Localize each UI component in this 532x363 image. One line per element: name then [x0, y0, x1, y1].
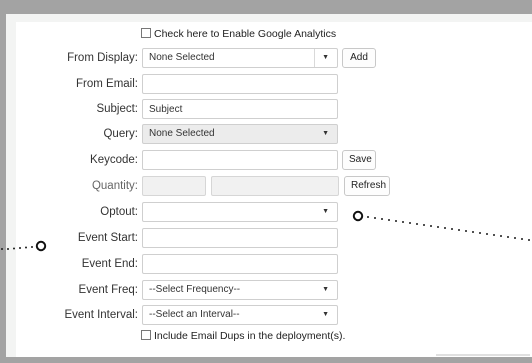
callout-connector-left [1, 240, 47, 252]
email-dups-option[interactable]: Include Email Dups in the deployment(s). [141, 329, 345, 343]
from-display-value: None Selected [149, 52, 215, 63]
subject-label: Subject: [96, 103, 138, 115]
chevron-down-icon: ▼ [322, 208, 329, 215]
form-panel: Check here to Enable Google Analytics Fr… [6, 14, 532, 357]
query-select[interactable]: None Selected ▼ [142, 124, 338, 144]
keycode-input[interactable] [142, 150, 338, 170]
select-divider [314, 49, 315, 67]
event-end-row: Event End: [16, 254, 532, 278]
event-interval-label: Event Interval: [64, 309, 138, 321]
subject-row: Subject: Subject [16, 99, 532, 123]
event-freq-value: --Select Frequency-- [149, 284, 241, 295]
callout-connector-right [352, 210, 530, 241]
callout-marker-icon [35, 240, 47, 252]
subject-input[interactable]: Subject [142, 99, 338, 119]
event-interval-row: Event Interval: --Select an Interval-- ▼ [16, 305, 532, 329]
chevron-down-icon: ▼ [322, 286, 329, 293]
event-end-input[interactable] [142, 254, 338, 274]
event-freq-row: Event Freq: --Select Frequency-- ▼ [16, 280, 532, 304]
refresh-button[interactable]: Refresh [344, 176, 390, 196]
from-email-label: From Email: [76, 78, 138, 90]
optout-select[interactable]: ▼ [142, 202, 338, 222]
optout-label: Optout: [100, 206, 138, 218]
bottom-divider [436, 354, 530, 356]
from-display-label: From Display: [67, 52, 138, 64]
quantity-label: Quantity: [91, 180, 138, 192]
analytics-option[interactable]: Check here to Enable Google Analytics [141, 27, 336, 41]
callout-marker-icon [352, 210, 364, 222]
add-button[interactable]: Add [342, 48, 376, 68]
analytics-label: Check here to Enable Google Analytics [154, 28, 337, 40]
from-display-row: From Display: None Selected ▼ Add [16, 48, 532, 72]
event-start-input[interactable] [142, 228, 338, 248]
event-interval-value: --Select an Interval-- [149, 309, 240, 320]
keycode-row: Keycode: Save [16, 150, 532, 174]
keycode-label: Keycode: [90, 154, 138, 166]
email-dups-label: Include Email Dups in the deployment(s). [154, 330, 346, 342]
query-row: Query: None Selected ▼ [16, 124, 532, 148]
from-email-input[interactable] [142, 74, 338, 94]
from-display-select[interactable]: None Selected ▼ [142, 48, 338, 68]
analytics-checkbox[interactable] [141, 28, 151, 38]
quantity-row: Quantity: Refresh [16, 176, 532, 200]
event-freq-label: Event Freq: [78, 284, 138, 296]
query-value: None Selected [149, 128, 215, 139]
from-email-row: From Email: [16, 74, 532, 98]
form-body: Check here to Enable Google Analytics Fr… [16, 22, 532, 357]
email-dups-checkbox[interactable] [141, 330, 151, 340]
chevron-down-icon: ▼ [322, 311, 329, 318]
save-button[interactable]: Save [342, 150, 376, 170]
quantity-input-a[interactable] [142, 176, 206, 196]
chevron-down-icon: ▼ [322, 54, 329, 61]
quantity-input-b[interactable] [211, 176, 339, 196]
event-freq-select[interactable]: --Select Frequency-- ▼ [142, 280, 338, 300]
event-interval-select[interactable]: --Select an Interval-- ▼ [142, 305, 338, 325]
chevron-down-icon: ▼ [322, 130, 329, 137]
query-label: Query: [103, 128, 138, 140]
